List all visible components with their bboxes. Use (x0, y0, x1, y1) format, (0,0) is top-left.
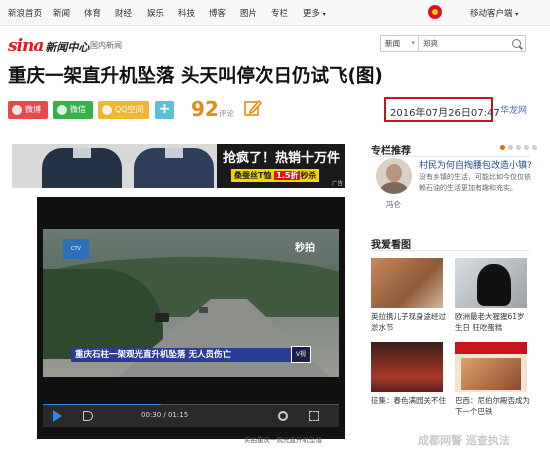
share-weixin-button[interactable]: 微信 (53, 101, 93, 119)
breadcrumb[interactable]: 国内新闻 (90, 40, 122, 51)
video-player[interactable]: CTV 秒拍 重庆石柱一架观光直升机坠落 无人员伤亡 V视 00:30 / 01… (37, 197, 345, 439)
photo-caption[interactable]: 欧洲最老大猩猩61岁生日 狂吃蛋糕 (455, 311, 531, 333)
qzone-star-icon (102, 105, 112, 115)
photo-caption[interactable]: 英拉携儿子现身途经过淤水节 (371, 311, 447, 333)
miaopai-watermark: 秒拍 (295, 243, 315, 254)
ad-collar (165, 148, 183, 158)
play-icon[interactable] (53, 410, 62, 422)
top-nav: 新浪首页 新闻 体育 财经 娱乐 科技 博客 图片 专栏 更多 ▾ 移动客户端 … (0, 0, 550, 26)
search-category-select[interactable]: 新闻 (381, 36, 419, 51)
ad-price-strip: 桑蚕丝T恤 1.5折 秒杀 (231, 169, 320, 182)
video-time: 00:30 / 01:15 (141, 411, 189, 419)
video-frame[interactable]: CTV 秒拍 重庆石柱一架观光直升机坠落 无人员伤亡 V视 (43, 229, 339, 377)
photo-thumb[interactable] (455, 258, 527, 308)
nav-tech[interactable]: 科技 (178, 7, 195, 19)
video-controls: 00:30 / 01:15 (43, 405, 339, 427)
thumb-header (455, 342, 527, 354)
nav-sina-home[interactable]: 新浪首页 (8, 7, 42, 19)
photo-caption[interactable]: 巴西：尼伯尔殿否成为下一个巴铁 (455, 395, 531, 417)
publish-date: 2016年07月26日07:47 (390, 108, 500, 119)
article-source[interactable]: 华龙网 (500, 103, 527, 116)
search-box: 新闻 (380, 35, 526, 52)
carousel-dot[interactable] (516, 145, 521, 150)
mobile-client-link[interactable]: 移动客户端 ▾ (470, 7, 518, 19)
nav-news[interactable]: 新闻 (53, 7, 70, 19)
page-watermark: 成都网警 巡查执法 (418, 434, 510, 447)
police-emblem-icon[interactable] (428, 5, 442, 19)
author-name[interactable]: 冯仑 (386, 199, 401, 210)
share-weibo-button[interactable]: 微博 (8, 101, 48, 119)
video-badge: V视 (291, 346, 311, 363)
column-recommend-title: 专栏推荐 (371, 146, 411, 157)
share-qzone-button[interactable]: QQ空间 (98, 101, 149, 119)
nav-blog[interactable]: 博客 (209, 7, 226, 19)
nav-photo[interactable]: 图片 (240, 7, 257, 19)
article-title: 重庆一架直升机坠落 头天叫停次日仍试飞(图) (8, 66, 383, 87)
my-love-photos-title: 我爱看图 (371, 240, 411, 251)
edit-comment-icon[interactable] (243, 98, 263, 118)
nav-ent[interactable]: 娱乐 (147, 7, 164, 19)
news-center-label: 新闻中心 (45, 41, 90, 54)
carousel-dot[interactable] (508, 145, 513, 150)
photo-caption[interactable]: 征集：春色满园关不住 (371, 395, 447, 406)
publish-date-highlight: 2016年07月26日07:47 (384, 97, 500, 122)
carousel-dot[interactable] (532, 145, 537, 150)
ad-collar (73, 148, 91, 158)
share-more-button[interactable]: + (155, 101, 174, 119)
video-caption-bar: 重庆石柱一架观光直升机坠落 无人员伤亡 (71, 348, 293, 362)
search-icon[interactable] (512, 39, 521, 48)
nav-sports[interactable]: 体育 (84, 7, 101, 19)
thumb-picture (461, 358, 521, 390)
search-input[interactable] (423, 37, 503, 50)
settings-gear-icon[interactable] (278, 411, 288, 421)
recommend-title[interactable]: 村民为何自掏腰包改造小镇? (419, 158, 532, 171)
nav-column[interactable]: 专栏 (271, 7, 288, 19)
chevron-down-icon: ▾ (322, 11, 326, 18)
site-logo[interactable]: sina 新闻中心 (8, 36, 89, 56)
divider (371, 250, 530, 251)
carousel-dot[interactable] (524, 145, 529, 150)
carousel-dots[interactable] (500, 145, 537, 150)
carousel-dot[interactable] (500, 145, 505, 150)
scene-car (155, 313, 169, 322)
fullscreen-icon[interactable] (309, 411, 319, 421)
ad-text-panel: 抢疯了！热销十万件 桑蚕丝T恤 1.5折 秒杀 广告 (217, 144, 345, 188)
photo-thumb[interactable] (371, 258, 443, 308)
chevron-down-icon: ▾ (515, 11, 519, 18)
nav-finance[interactable]: 财经 (115, 7, 132, 19)
scene-car (199, 307, 208, 313)
weibo-icon (12, 105, 22, 115)
ad-tag: 广告 (331, 181, 343, 187)
volume-icon[interactable] (83, 411, 93, 421)
ad-banner[interactable]: 抢疯了！热销十万件 桑蚕丝T恤 1.5折 秒杀 广告 (12, 144, 345, 188)
divider (371, 156, 530, 157)
sina-logo-text: sina (8, 36, 44, 56)
tv-station-logo: CTV (63, 239, 89, 259)
author-avatar[interactable] (376, 158, 412, 194)
ad-headline: 抢疯了！热销十万件 (223, 151, 341, 166)
nav-more[interactable]: 更多 ▾ (303, 7, 326, 19)
video-caption: 实拍重庆一观光直升机坠落 (244, 436, 322, 444)
wechat-icon (57, 105, 67, 115)
gorilla-figure (477, 264, 511, 306)
photo-thumb[interactable] (371, 342, 443, 392)
comment-label[interactable]: 评论 (219, 108, 234, 119)
recommend-desc: 没有乡镇的生活，可能比如今仅仅依赖石油的生活更加有趣和充实。 (419, 173, 531, 192)
comment-count[interactable]: 92 (191, 97, 219, 121)
photo-thumb[interactable] (455, 342, 527, 392)
